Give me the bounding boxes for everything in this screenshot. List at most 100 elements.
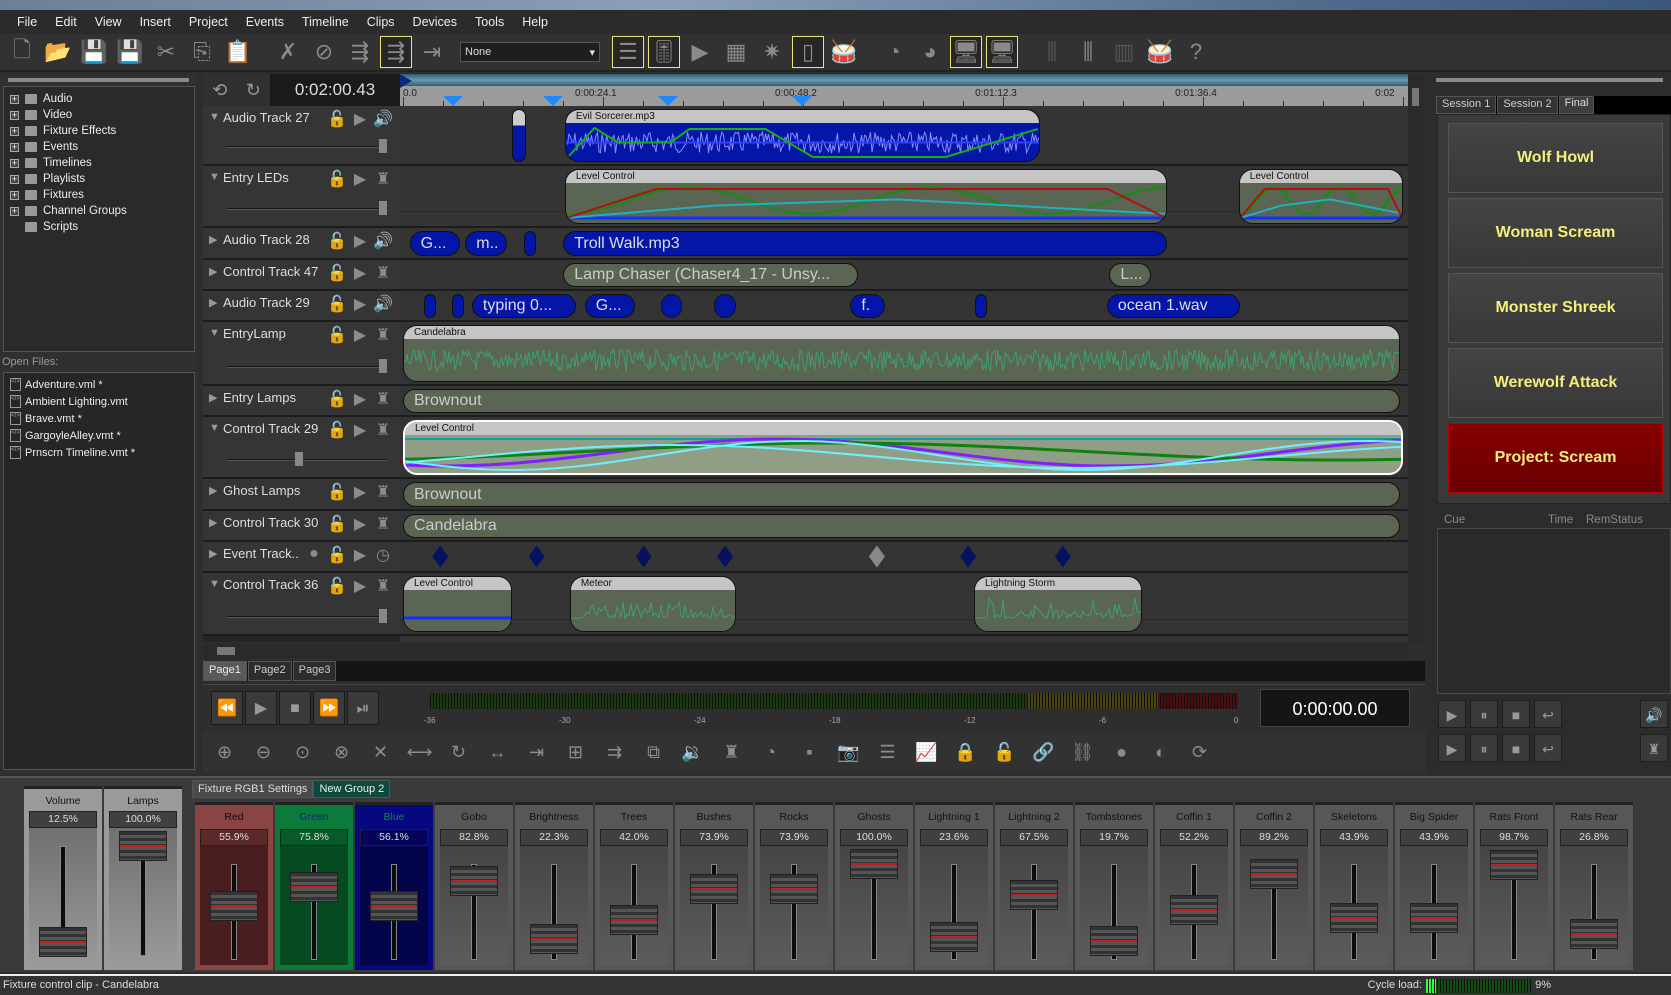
timeline-clip[interactable]: Candelabra — [403, 514, 1400, 538]
menu-timeline[interactable]: Timeline — [293, 15, 358, 29]
preview-icon[interactable]: ▶ — [684, 36, 716, 68]
track-header[interactable]: ▶ Event Track.. ● 🔓 ▶ ◷ — [203, 542, 400, 573]
cue-stop-button[interactable]: ■ — [1502, 700, 1530, 728]
lock-icon[interactable]: 🔓 — [327, 263, 347, 283]
track-volume-slider[interactable] — [227, 139, 387, 153]
add-audio-icon[interactable]: 🔉 — [677, 738, 708, 766]
timeline-clip[interactable]: Brownout — [403, 482, 1400, 507]
fader-knob[interactable] — [370, 891, 418, 922]
chart-icon[interactable]: 📈 — [911, 738, 942, 766]
expand-icon[interactable]: + — [10, 94, 19, 104]
menu-devices[interactable]: Devices — [404, 15, 466, 29]
fader-knob[interactable] — [1090, 926, 1138, 957]
lock-icon[interactable]: 🔒 — [950, 738, 981, 766]
playhead-marker[interactable] — [400, 74, 412, 88]
rewind-button[interactable]: ⏪ — [211, 691, 243, 725]
expand-icon[interactable]: + — [10, 126, 19, 136]
fader-knob[interactable] — [1570, 919, 1618, 950]
menu-help[interactable]: Help — [513, 15, 557, 29]
fixture-lamp-icon[interactable]: ♜ — [373, 514, 393, 534]
menu-view[interactable]: View — [86, 15, 131, 29]
zoom-out-vertical-icon[interactable]: ⊖ — [248, 738, 279, 766]
fader-knob[interactable] — [1490, 850, 1538, 881]
list-pause-button[interactable]: ⏸ — [1470, 734, 1498, 762]
timer-arrow-icon[interactable]: ◕ — [914, 36, 946, 68]
keypad-icon[interactable]: ▦ — [720, 36, 752, 68]
record-icon[interactable]: ● — [304, 545, 324, 565]
clock-icon[interactable]: ◷ — [373, 545, 393, 565]
fader-knob[interactable] — [290, 872, 338, 903]
unlock-icon[interactable]: 🔓 — [989, 738, 1020, 766]
time-marker[interactable] — [442, 96, 463, 106]
sync-icon[interactable]: ⟳ — [1184, 738, 1215, 766]
lock-icon[interactable]: 🔓 — [327, 545, 347, 565]
tracks-view-icon[interactable]: ☰ — [612, 36, 644, 68]
cue-play-button[interactable]: ▶ — [1438, 700, 1466, 728]
time-ruler[interactable]: 0.0 0:00:24.1 0:00:48.2 0:01:12.3 0:01:36.4 0… — [400, 74, 1408, 106]
fit-all-icon[interactable]: ✕ — [365, 738, 396, 766]
move-end-icon[interactable]: ⇥ — [521, 738, 552, 766]
play-from-button[interactable]: ⏯ — [347, 691, 379, 725]
cue-loop-button[interactable]: ↩ — [1534, 700, 1562, 728]
event-marker[interactable] — [960, 545, 977, 568]
speaker-icon[interactable]: 🔊 — [373, 294, 393, 314]
track-header[interactable]: ▼ EntryLamp 🔓 ▶ ♜ — [203, 322, 400, 386]
timeline-clip[interactable]: Level Control — [564, 169, 1167, 224]
expand-icon[interactable]: + — [10, 190, 19, 200]
list-loop-button[interactable]: ↩ — [1534, 734, 1562, 762]
timeline-clip[interactable] — [974, 294, 987, 318]
open-file-item[interactable]: </> GargoyleAlley.vmt * — [4, 427, 194, 444]
add-video-icon[interactable]: ▪ — [794, 738, 825, 766]
disable-icon[interactable]: ⊘ — [308, 36, 340, 68]
session-tab-session-1[interactable]: Session 1 — [1436, 96, 1497, 114]
save-icon[interactable]: 💾 — [78, 36, 110, 68]
play-icon[interactable]: ▶ — [350, 389, 370, 409]
lock-icon[interactable]: 🔓 — [327, 294, 347, 314]
open-file-item[interactable]: </> Ambient Lighting.vmt — [4, 393, 194, 410]
speaker-icon[interactable]: 🔊 — [373, 109, 393, 129]
track-header[interactable]: ▼ Audio Track 27 🔓 ▶ 🔊 — [203, 106, 400, 166]
snap-marker-icon[interactable]: ⇥ — [416, 36, 448, 68]
fader-minus-icon[interactable]: ⫼ — [1036, 36, 1068, 68]
loop-icon[interactable]: ↻ — [443, 738, 474, 766]
add-fixture-icon[interactable]: ♜ — [716, 738, 747, 766]
timeline-clip[interactable]: Evil Sorcerer.mp3 — [564, 109, 1040, 162]
cut-icon[interactable]: ✂ — [150, 36, 182, 68]
tree-item-fixture-effects[interactable]: + Fixture Effects — [4, 123, 194, 139]
menu-file[interactable]: File — [8, 15, 46, 29]
snap-icon[interactable]: ⇶ — [344, 36, 376, 68]
track-lane[interactable]: Level Control Level Control — [400, 166, 1408, 228]
timeline-clip[interactable]: Troll Walk.mp3 — [563, 231, 1167, 256]
lock-icon[interactable]: 🔓 — [327, 169, 347, 189]
vertical-scrollbar[interactable] — [1408, 74, 1424, 642]
add-timer-icon[interactable]: ◔ — [755, 738, 786, 766]
timeline-clip[interactable] — [423, 294, 436, 318]
play-icon[interactable]: ▶ — [350, 263, 370, 283]
tree-item-events[interactable]: + Events — [4, 139, 194, 155]
timeline-clip[interactable]: L... — [1109, 263, 1151, 287]
timeline-clip[interactable] — [714, 294, 736, 318]
fixture-lamp-icon[interactable]: ♜ — [373, 325, 393, 345]
copy-icon[interactable]: ⎘ — [186, 36, 218, 68]
expand-icon[interactable]: + — [10, 110, 19, 120]
timeline-clip[interactable]: Candelabra — [403, 325, 1400, 382]
fader-track[interactable] — [1031, 864, 1037, 960]
slider-thumb[interactable] — [295, 452, 304, 466]
collapse-triangle-icon[interactable]: ▼ — [209, 422, 220, 434]
time-marker[interactable] — [543, 96, 564, 106]
timeline-clip[interactable]: Level Control — [1238, 169, 1404, 224]
menu-insert[interactable]: Insert — [131, 15, 180, 29]
expand-icon[interactable]: + — [10, 142, 19, 152]
fader-knob[interactable] — [530, 923, 578, 954]
expand-triangle-icon[interactable]: ▶ — [209, 233, 217, 246]
play-icon[interactable]: ▶ — [350, 545, 370, 565]
fader-knob[interactable] — [1170, 894, 1218, 925]
event-marker[interactable] — [635, 545, 652, 568]
insert-icon[interactable]: ⇉ — [599, 738, 630, 766]
cue-button-wolf-howl[interactable]: Wolf Howl — [1448, 123, 1663, 193]
timeline-clip[interactable]: m.. — [465, 231, 507, 256]
play-icon[interactable]: ▶ — [350, 514, 370, 534]
scroll-thumb[interactable] — [1412, 88, 1419, 106]
lock-icon[interactable]: 🔓 — [327, 576, 347, 596]
fader-knob[interactable] — [770, 874, 818, 905]
